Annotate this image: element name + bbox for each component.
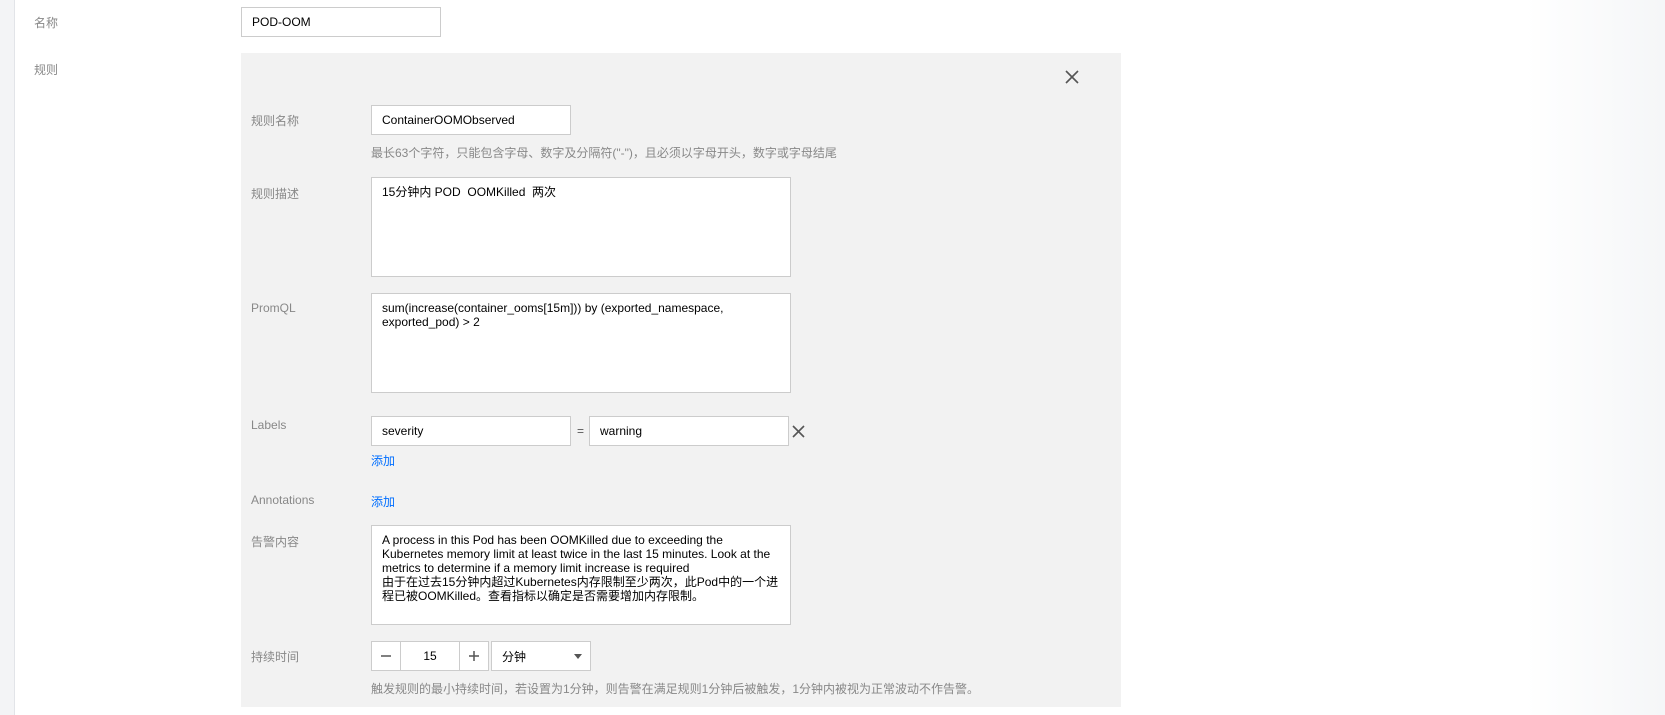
left-border: [0, 0, 15, 715]
name-label: 名称: [34, 16, 59, 30]
promql-label: PromQL: [251, 301, 296, 315]
duration-unit-select[interactable]: 分钟: [491, 641, 591, 671]
annotations-label: Annotations: [251, 493, 315, 507]
label-key-input[interactable]: severity: [371, 416, 571, 446]
labels-add-link[interactable]: 添加: [371, 452, 395, 469]
increment-button[interactable]: [459, 641, 489, 671]
duration-input[interactable]: 15: [400, 641, 460, 671]
remove-label-icon[interactable]: [788, 421, 808, 441]
label-equals: =: [577, 424, 585, 438]
right-edge-shadow: [1525, 0, 1665, 715]
rule-name-hint: 最长63个字符，只能包含字母、数字及分隔符("-")，且必须以字母开头，数字或字…: [371, 146, 837, 160]
promql-textarea[interactable]: sum(increase(container_ooms[15m])) by (e…: [371, 293, 791, 393]
desc-textarea[interactable]: 15分钟内 POD OOMKilled 两次: [371, 177, 791, 277]
rules-label: 规则: [34, 63, 59, 77]
duration-label: 持续时间: [251, 650, 300, 664]
close-icon[interactable]: [1062, 67, 1082, 87]
desc-label: 规则描述: [251, 187, 300, 201]
name-input[interactable]: POD-OOM: [241, 7, 441, 37]
minus-icon: [381, 655, 391, 657]
rule-name-input[interactable]: ContainerOOMObserved: [371, 105, 571, 135]
duration-unit-value: 分钟: [502, 649, 527, 664]
content-textarea[interactable]: A process in this Pod has been OOMKilled…: [371, 525, 791, 625]
annotations-add-link[interactable]: 添加: [371, 493, 395, 510]
rule-name-label: 规则名称: [251, 114, 300, 128]
decrement-button[interactable]: [371, 641, 401, 671]
labels-label: Labels: [251, 418, 287, 432]
duration-hint: 触发规则的最小持续时间，若设置为1分钟，则告警在满足规则1分钟后被触发，1分钟内…: [371, 682, 980, 696]
caret-down-icon: [574, 654, 582, 659]
plus-icon: [469, 651, 479, 661]
rule-panel: 规则名称 ContainerOOMObserved 最长63个字符，只能包含字母…: [241, 53, 1121, 707]
content-label: 告警内容: [251, 535, 300, 549]
label-value-input[interactable]: warning: [589, 416, 789, 446]
